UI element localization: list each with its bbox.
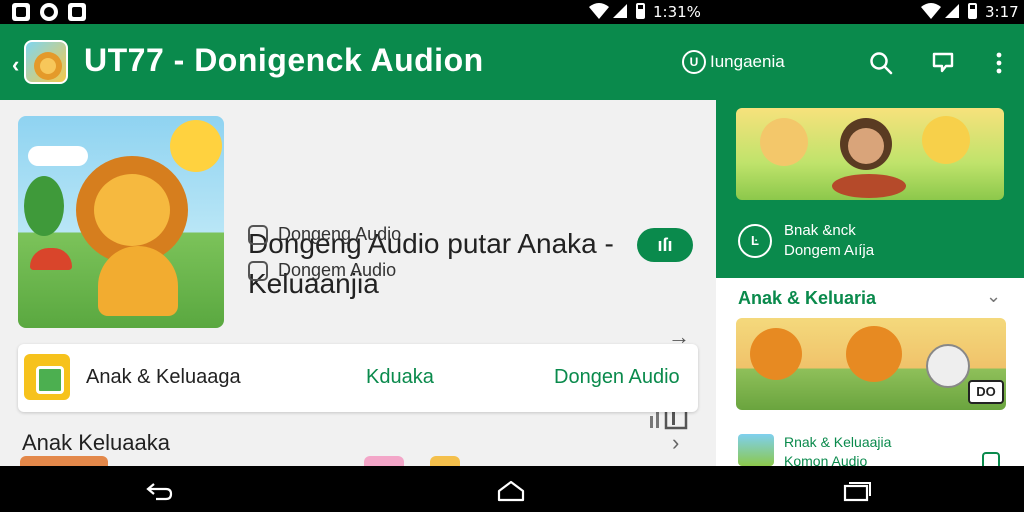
category-panel: Anak & Keluaria ⌄ DO Rnak & Keluaajia Ko… (716, 278, 1024, 466)
tab-dongen-audio[interactable]: Dongen Audio (554, 366, 680, 389)
battery-icon-secondary (968, 3, 977, 19)
meta-row-2: Dongem Audio (248, 260, 396, 281)
nav-home-icon[interactable] (496, 480, 526, 502)
app-bar: ‹ UT77 - Donigenck Audion U Iungaenia (0, 24, 1024, 100)
hero-action-badge[interactable]: ıſı (637, 228, 693, 262)
item-subtitle: Komon Audio (784, 453, 868, 466)
hero-lion-illustration[interactable] (18, 116, 224, 328)
search-icon[interactable] (868, 50, 894, 76)
back-icon[interactable]: ‹ (12, 52, 19, 78)
tigers-illustration[interactable]: DO (736, 318, 1006, 410)
sync-notification-icon (40, 3, 58, 21)
lock-icon (248, 224, 268, 245)
chevron-right-icon[interactable]: › (672, 430, 679, 456)
audio-book-icon[interactable]: Ŀ (738, 224, 772, 258)
language-label: Iungaenia (710, 52, 785, 71)
navigation-bar (0, 466, 1024, 512)
meta-label-1: Dongeng Audio (278, 224, 402, 244)
nav-recents-icon[interactable] (842, 480, 872, 502)
featured-line-1: Bnak &nck (784, 222, 856, 239)
app-title: UT77 - Donigenck Audion (84, 42, 484, 78)
wifi-icon-secondary (921, 3, 941, 19)
main-content: Dongeng Audio putar Anaka - Keluaanjia ı… (0, 100, 716, 470)
tab-anak-keluarga[interactable]: Anak & Keluaaga (86, 366, 241, 389)
category-panel-title: Anak & Keluaria (738, 288, 877, 308)
notification-icons (12, 3, 86, 21)
gallery-notification-icon (12, 3, 30, 21)
language-button[interactable]: U Iungaenia (682, 50, 785, 74)
featured-line-2: Dongem Aıíja (784, 242, 875, 259)
item-title[interactable]: Rnak & Keluaajia (784, 434, 891, 450)
nav-back-icon[interactable] (144, 480, 174, 502)
bookmark-icon[interactable] (930, 50, 956, 76)
status-bar: 1:31% 3:17 (0, 0, 1024, 24)
section-title: Anak Keluaaka (22, 430, 170, 455)
image-label: DO (968, 380, 1004, 404)
signal-icon (613, 4, 627, 18)
photo-notification-icon (68, 3, 86, 21)
chevron-down-icon[interactable]: ⌄ (986, 286, 1001, 307)
category-logo (24, 354, 70, 400)
item-thumbnail[interactable] (738, 434, 774, 466)
featured-animals-illustration[interactable] (736, 108, 1004, 200)
meta-label-2: Dongem Audio (278, 260, 397, 280)
category-tab-card: Anak & Keluaaga Kduaka Dongen Audio (18, 344, 698, 412)
featured-panel: Ŀ Bnak &nck Dongem Aıíja (716, 100, 1024, 278)
status-clock: 1:31% (653, 3, 701, 21)
tab-kduaka[interactable]: Kduaka (366, 366, 434, 389)
app-logo (24, 40, 68, 84)
tag-icon (248, 260, 268, 281)
battery-icon (636, 3, 645, 19)
play-icon[interactable] (982, 452, 1000, 466)
status-clock-secondary: 3:17 (985, 3, 1019, 21)
more-vert-icon[interactable] (986, 50, 1012, 76)
signal-icon-secondary (945, 4, 959, 18)
language-icon: U (682, 50, 706, 74)
meta-row-1: Dongeng Audio (248, 224, 401, 245)
wifi-icon (589, 3, 609, 19)
